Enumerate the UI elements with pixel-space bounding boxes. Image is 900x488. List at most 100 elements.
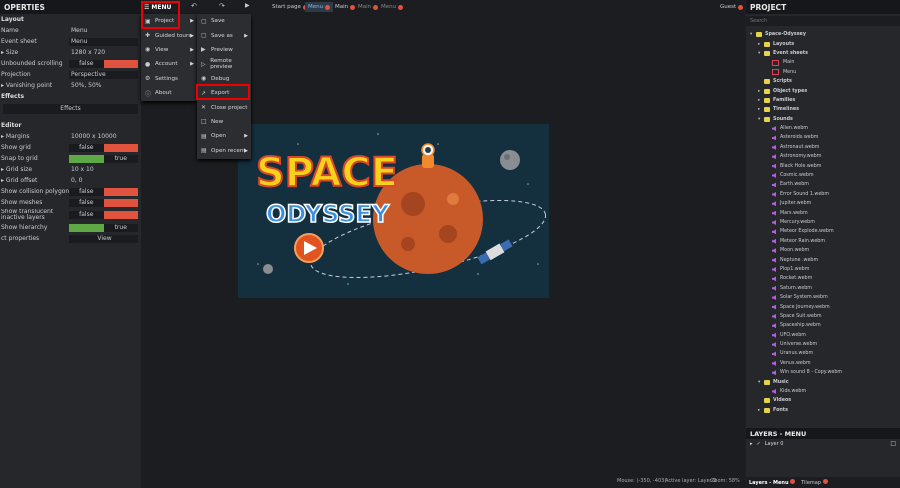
tree-item[interactable]: ▾ Event sheets: [746, 49, 900, 58]
gridsize-label: ▸ Grid size: [1, 166, 33, 173]
play-icon[interactable]: ▶: [245, 2, 250, 9]
effects-button[interactable]: Effects: [3, 104, 138, 114]
tree-item[interactable]: Solar System.webm: [746, 293, 900, 302]
tree-item[interactable]: Kids.webm: [746, 387, 900, 396]
tree-item[interactable]: Meteor Rain.webm: [746, 237, 900, 246]
menu-item-open[interactable]: ▤ Open ▶: [197, 129, 251, 143]
tree-item[interactable]: Rocket.webm: [746, 274, 900, 283]
projection-select[interactable]: Perspective: [69, 70, 138, 79]
menu-item-save-as[interactable]: ▢ Save as ▶: [197, 28, 251, 42]
meshes-toggle[interactable]: false: [69, 198, 138, 207]
tree-item[interactable]: ▸ Families: [746, 96, 900, 105]
tree-item-label: Solar System.webm: [780, 295, 828, 301]
project-search-input[interactable]: [746, 16, 900, 26]
sound-icon: [772, 163, 776, 169]
tree-item[interactable]: Universe.webm: [746, 340, 900, 349]
tree-item[interactable]: Moon.webm: [746, 246, 900, 255]
menu-button[interactable]: ☰ MENU: [144, 2, 171, 12]
tab-layers[interactable]: Layers - Menu: [749, 479, 796, 486]
tree-item[interactable]: Jupiter.webm: [746, 199, 900, 208]
menu-item-about[interactable]: ⓘ About: [141, 86, 197, 100]
tree-item[interactable]: ▾ Sounds: [746, 115, 900, 124]
tree-item[interactable]: UFO.webm: [746, 331, 900, 340]
tree-item-label: Menu: [783, 69, 797, 75]
tree-item[interactable]: Meteor Explode.webm: [746, 227, 900, 236]
tree-item[interactable]: Win sound 8 - Copy.webm: [746, 368, 900, 377]
tree-item[interactable]: Neptune .webm: [746, 255, 900, 264]
sound-icon: [772, 332, 776, 338]
tree-item[interactable]: Alien.webm: [746, 124, 900, 133]
margins-value[interactable]: 10000 x 10000: [69, 133, 138, 141]
gridsize-value[interactable]: 10 x 10: [69, 166, 138, 174]
sound-icon: [772, 144, 776, 150]
menu-item-open-recent[interactable]: ▤ Open recent ▶: [197, 144, 251, 158]
menu-item-settings[interactable]: ⚙ Settings: [141, 72, 197, 86]
menu-item-project[interactable]: ▣ Project ▶: [141, 14, 197, 28]
tree-item[interactable]: Space Journey.webm: [746, 302, 900, 311]
undo-icon[interactable]: ↶: [191, 2, 197, 10]
tab-menu-events[interactable]: Menu: [378, 2, 406, 12]
tree-item[interactable]: Earth.webm: [746, 180, 900, 189]
tree-item[interactable]: Main: [746, 58, 900, 67]
menu-item-preview[interactable]: ▶ Preview: [197, 43, 251, 57]
eventsheet-select[interactable]: Menu: [69, 37, 138, 46]
menu-item-guided-tours[interactable]: ✚ Guided tours ▶: [141, 28, 197, 42]
tree-item[interactable]: Venus.webm: [746, 359, 900, 368]
submenu-arrow-icon: ▶: [190, 32, 194, 39]
gridoffset-value[interactable]: 0, 0: [69, 177, 138, 185]
tree-item[interactable]: Space Suit.webm: [746, 312, 900, 321]
objprops-view-button[interactable]: View: [69, 234, 138, 243]
sound-icon: [772, 257, 776, 263]
tree-item[interactable]: Asteroids.webm: [746, 133, 900, 142]
tree-item[interactable]: ▾ Music: [746, 377, 900, 386]
tree-item[interactable]: Black Hole.webm: [746, 161, 900, 170]
tree-item[interactable]: Spaceship.webm: [746, 321, 900, 330]
showgrid-toggle[interactable]: false: [69, 143, 138, 152]
layer-visible-icon[interactable]: ✓: [757, 441, 761, 447]
tree-item[interactable]: ▸ Fonts: [746, 406, 900, 415]
redo-icon[interactable]: ↷: [219, 2, 225, 10]
tree-item[interactable]: Saturn.webm: [746, 284, 900, 293]
tree-item[interactable]: Menu: [746, 68, 900, 77]
layer-row[interactable]: ▸ ✓ Layer 0: [750, 441, 783, 447]
tree-item[interactable]: ▸ Layouts: [746, 39, 900, 48]
unbounded-toggle[interactable]: false: [69, 59, 138, 68]
tree-item[interactable]: Scripts: [746, 77, 900, 86]
tree-item[interactable]: Uranus.webm: [746, 349, 900, 358]
tree-item[interactable]: Videos: [746, 396, 900, 405]
menu-item-remote-preview[interactable]: ▷ Remote preview: [197, 57, 251, 71]
guest-account[interactable]: Guest: [717, 2, 746, 12]
tree-item[interactable]: Astronomy.webm: [746, 152, 900, 161]
lock-icon[interactable]: □: [890, 440, 896, 447]
menu-item-save[interactable]: ▢ Save: [197, 14, 251, 28]
tree-item-label: Kids.webm: [780, 389, 807, 395]
tree-item[interactable]: ▸ Timelines: [746, 105, 900, 114]
tree-item[interactable]: Mars.webm: [746, 208, 900, 217]
menu-item-close-project[interactable]: ✕ Close project: [197, 100, 251, 114]
name-value[interactable]: Menu: [69, 27, 138, 35]
hierarchy-toggle[interactable]: true: [69, 223, 138, 232]
menu-item-account[interactable]: ● Account ▶: [141, 57, 197, 71]
tree-item[interactable]: Mercury.webm: [746, 218, 900, 227]
game-layout-preview[interactable]: SPACE ODYSSEY: [238, 124, 549, 298]
tree-item[interactable]: Astronaut.webm: [746, 143, 900, 152]
menu-item-view[interactable]: ◉ View ▶: [141, 43, 197, 57]
tree-item[interactable]: Plop1.webm: [746, 265, 900, 274]
menu-item-new[interactable]: □ New: [197, 115, 251, 129]
menu-item-debug[interactable]: ◉ Debug: [197, 72, 251, 86]
translucent-toggle[interactable]: false: [69, 211, 138, 219]
tree-item[interactable]: Error Sound 1.webm: [746, 190, 900, 199]
size-value[interactable]: 1280 x 720: [69, 49, 138, 57]
snap-toggle[interactable]: true: [69, 154, 138, 163]
menu-item-export[interactable]: ↗ Export: [197, 86, 251, 100]
tree-item[interactable]: Cosmic.webm: [746, 171, 900, 180]
toolbar: ☰ MENU ↶ ↷ ▶ Start page Menu Main Main Me…: [141, 0, 745, 14]
tab-tilemap[interactable]: Tilemap: [801, 479, 828, 486]
sound-icon: [772, 191, 776, 197]
tree-item[interactable]: ▾ Space-Odyssey: [746, 30, 900, 39]
collision-toggle[interactable]: false: [69, 187, 138, 196]
tree-item[interactable]: ▸ Object types: [746, 86, 900, 95]
vanishing-value[interactable]: 50%, 50%: [69, 82, 138, 90]
tab-menu-layout[interactable]: Menu: [305, 2, 334, 12]
chevron-right-icon: ▸: [750, 441, 753, 447]
